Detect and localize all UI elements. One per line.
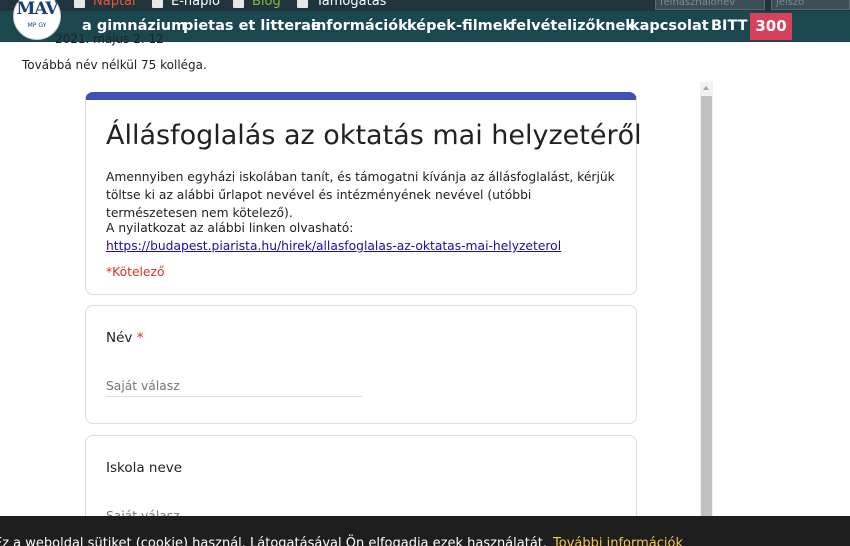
- support-link-label: Támogatás: [316, 0, 387, 9]
- support-link[interactable]: Támogatás: [297, 0, 386, 10]
- blog-link[interactable]: Blog: [233, 0, 281, 10]
- username-field[interactable]: felhasználónév: [655, 0, 765, 10]
- question-label-school: Iskola neve: [106, 460, 183, 476]
- question-label-name: Név *: [106, 330, 143, 346]
- scroll-up-icon[interactable]: [703, 86, 709, 90]
- calendar-link-label: Naptár: [93, 0, 138, 9]
- nav-item-bitt[interactable]: BITT: [711, 11, 748, 42]
- form-link-intro: A nyilatkozat az alábbi linken olvasható…: [106, 221, 354, 235]
- e-naplo-link[interactable]: E-napló: [152, 0, 220, 10]
- calendar-icon: [74, 0, 85, 8]
- calendar-link[interactable]: Naptár: [74, 0, 137, 10]
- blog-icon: [233, 0, 244, 8]
- nav-item-pietas[interactable]: pietas et litterae: [183, 11, 321, 42]
- cookie-message: Ez a weboldal sütiket (cookie) használ. …: [0, 536, 548, 546]
- scrollbar-thumb[interactable]: [701, 96, 712, 536]
- logo-subtitle: MP GY: [27, 22, 47, 29]
- top-toolbar: Naptár E-napló Blog Támogatás felhasznál…: [0, 0, 850, 11]
- cookie-more-info-link[interactable]: További információk: [553, 536, 683, 546]
- form-header-card: Állásfoglalás az oktatás mai helyzetéről…: [85, 92, 642, 295]
- form-title: Állásfoglalás az oktatás mai helyzetéről: [106, 120, 642, 151]
- question-card-name: Név *: [85, 305, 637, 424]
- clipped-date-line: 2021. május 2. 12: [55, 32, 164, 46]
- statement-link[interactable]: https://budapest.piarista.hu/hirek/allas…: [106, 239, 561, 253]
- document-icon: [152, 0, 163, 8]
- intro-text: Továbbá név nélkül 75 kolléga.: [22, 58, 207, 72]
- e-naplo-link-label: E-napló: [171, 0, 220, 9]
- blog-link-label: Blog: [252, 0, 281, 9]
- nav-item-felvetelizoknek[interactable]: felvételizőknek: [510, 11, 635, 42]
- password-field[interactable]: jelszó: [771, 0, 850, 10]
- nav-item-informaciok[interactable]: információk: [311, 11, 408, 42]
- nav-item-kepek-filmek[interactable]: képek-filmek: [407, 11, 512, 42]
- cookie-text-line: Ez a weboldal sütiket (cookie) használ. …: [0, 536, 683, 546]
- form-link-line: A nyilatkozat az alábbi linken olvasható…: [106, 219, 616, 255]
- logo-mark: MAV: [16, 0, 59, 19]
- form-scrollbar[interactable]: [700, 82, 713, 536]
- nav-badge-300[interactable]: 300: [750, 13, 792, 40]
- name-input[interactable]: [106, 376, 362, 397]
- donate-icon: [297, 0, 308, 8]
- cookie-banner: Ez a weboldal sütiket (cookie) használ. …: [0, 516, 850, 546]
- form-description: Amennyiben egyházi iskolában tanít, és t…: [106, 170, 615, 220]
- question-label-name-text: Név: [106, 330, 133, 346]
- required-asterisk: *: [136, 330, 144, 346]
- required-note: *Kötelező: [106, 265, 165, 279]
- nav-item-kapcsolat[interactable]: kapcsolat: [630, 11, 709, 42]
